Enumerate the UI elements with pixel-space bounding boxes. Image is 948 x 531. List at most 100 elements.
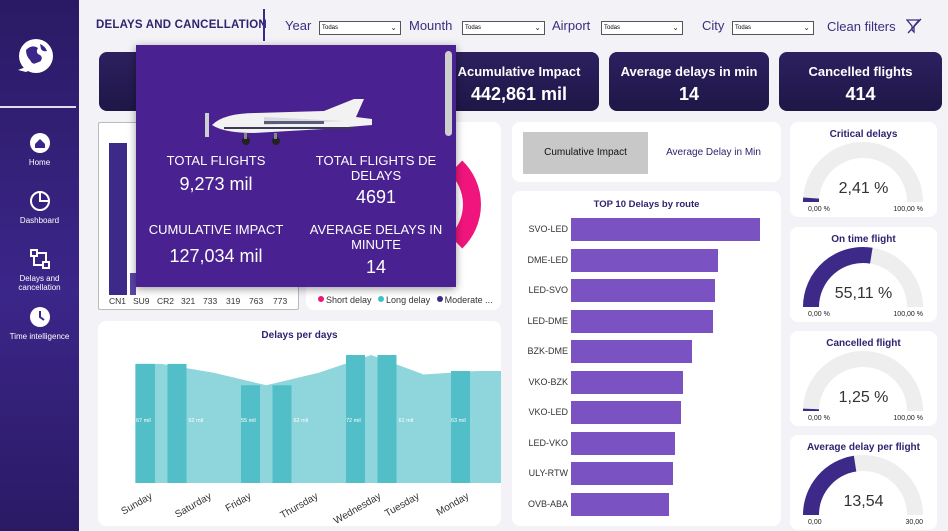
kpi-card-average-delays: Average delays in min 14	[609, 52, 769, 111]
route-bar[interactable]	[571, 279, 715, 302]
sidebar-item-dashboard[interactable]: Dashboard	[0, 190, 79, 225]
tab-cumulative-impact[interactable]: Cumulative Impact	[523, 132, 648, 174]
cumulative-impact-label: CUMULATIVE IMPACT	[148, 222, 284, 237]
gauge-max: 100,00 %	[893, 311, 923, 318]
year-select[interactable]: Todas ⌄	[319, 21, 401, 35]
sidebar-item-home[interactable]: Home	[0, 132, 79, 167]
chart-title: TOP 10 Delays by route	[593, 199, 700, 210]
airport-select[interactable]: Todas ⌄	[601, 21, 683, 35]
kpi-label: Acumulative Impact	[457, 64, 581, 79]
route-label: ULY-RTW	[528, 468, 568, 478]
airport-select-value: Todas	[604, 25, 621, 31]
summary-tooltip: TOTAL FLIGHTS 9,273 mil TOTAL FLIGHTS DE…	[136, 45, 456, 287]
legend-dot	[378, 296, 385, 302]
route-bar[interactable]	[571, 431, 675, 455]
average-delays-label: AVERAGE DELAYS IN MINUTE	[309, 222, 443, 252]
tooltip-scrollbar[interactable]	[445, 51, 452, 136]
kpi-card-cancelled-flights: Cancelled flights 414	[779, 52, 942, 111]
average-delays-value: 14	[365, 257, 387, 277]
kpi-card-cumulative-impact: Acumulative Impact 442,861 mil	[439, 52, 599, 111]
route-label: LED-SVO	[528, 285, 568, 295]
x-tick-label: 773	[273, 296, 288, 306]
legend-label: Moderate ...	[444, 295, 493, 305]
day-data-label: 62 mil	[188, 418, 204, 424]
total-flights-value: 9,273 mil	[179, 174, 253, 194]
gauge-min: 0,00	[808, 519, 822, 526]
dashboard-icon	[29, 191, 50, 211]
gauge-min: 0,00 %	[808, 415, 830, 422]
chevron-down-icon: ⌄	[672, 23, 679, 32]
metric-tabs: Cumulative Impact Average Delay in Min	[512, 122, 781, 182]
day-bar[interactable]	[241, 385, 260, 483]
route-bar[interactable]	[571, 492, 670, 516]
day-data-label: 61 mil	[398, 418, 414, 424]
kpi-label: Cancelled flights	[808, 64, 913, 79]
route-label: DME-LED	[527, 254, 568, 265]
top-routes-card: TOP 10 Delays by route SVO-LED DME-LED LED…	[512, 191, 781, 526]
x-tick-label: CN1	[109, 296, 127, 306]
day-bar[interactable]	[272, 385, 292, 483]
route-bar[interactable]	[571, 218, 760, 241]
kpi-label: Average delays in min	[620, 64, 758, 79]
gauge-arc	[803, 247, 923, 308]
gauge-value: 13,54	[843, 493, 884, 510]
gauge-max: 30,00	[905, 519, 923, 526]
gauge-value: 2,41 %	[838, 180, 889, 197]
total-delays-label: TOTAL FLIGHTS DE DELAYS	[315, 153, 437, 183]
route-label: VKO-BZK	[528, 376, 568, 387]
chevron-down-icon: ⌄	[534, 23, 541, 32]
kpi-value: 414	[845, 84, 876, 104]
day-data-label: 63 mil	[451, 418, 466, 424]
gauge-arc	[803, 351, 923, 412]
day-bar[interactable]	[377, 355, 397, 483]
city-select[interactable]: Todas ⌄	[732, 21, 814, 35]
route-label: LED-VKO	[528, 437, 568, 448]
sidebar-item-time-intelligence[interactable]: Time intelligence	[0, 306, 79, 341]
gauge-value: 1,25 %	[838, 389, 889, 406]
route-bar[interactable]	[571, 309, 713, 333]
total-delays-value: 4691	[355, 187, 397, 207]
chevron-down-icon: ⌄	[803, 23, 810, 32]
clean-filters-button[interactable]: Clean filters	[827, 19, 896, 34]
month-select-value: Todas	[465, 25, 482, 31]
day-data-label: 72 mil	[346, 418, 361, 424]
clock-icon	[29, 307, 50, 327]
route-bar[interactable]	[571, 248, 719, 272]
gauge-max: 100,00 %	[893, 415, 923, 422]
tab-average-delay[interactable]: Average Delay in Min	[656, 132, 771, 174]
header: DELAYS AND CANCELLATION Year Todas ⌄ Moun…	[79, 0, 948, 50]
gauge-average-delay-per-flight: Average delay per flight 13,54 0,00 30,0…	[790, 435, 937, 530]
year-select-value: Todas	[322, 25, 339, 31]
page-title: DELAYS AND CANCELLATION	[96, 19, 267, 31]
day-data-label: 62 mil	[293, 418, 309, 424]
city-filter-label: City	[702, 18, 725, 33]
route-label: OVB-ABA	[527, 498, 568, 509]
route-bar[interactable]	[571, 401, 681, 424]
gauge-critical-delays: Critical delays 2,41 % 0,00 % 100,00 %	[790, 122, 937, 217]
month-filter-label: Mounth	[409, 18, 453, 33]
route-bar[interactable]	[571, 462, 674, 485]
airplane-icon	[205, 99, 372, 145]
flow-icon	[29, 249, 50, 269]
legend-dot	[318, 296, 324, 302]
sidebar: Home Dashboard Delays and cancellation T…	[0, 0, 79, 531]
day-bar[interactable]	[167, 363, 187, 483]
gauge-min: 0,00 %	[808, 206, 830, 213]
day-data-label: 55 mil	[241, 418, 256, 424]
sidebar-item-delays[interactable]: Delays and cancellation	[0, 248, 79, 292]
route-bar[interactable]	[571, 370, 683, 394]
aircraft-bar[interactable]	[109, 143, 127, 295]
year-filter-label: Year	[285, 18, 312, 33]
route-label: BZK-DME	[527, 346, 569, 356]
kpi-value: 14	[678, 84, 700, 104]
route-bar[interactable]	[571, 340, 692, 363]
day-bar[interactable]	[451, 371, 470, 483]
route-label: SVO-LED	[528, 224, 568, 234]
donut-legend: Short delay Long delay Moderate ...	[318, 295, 493, 305]
month-select[interactable]: Todas ⌄	[462, 21, 545, 35]
gauge-cancelled-flight: Cancelled flight 1,25 % 0,00 % 100,00 %	[790, 331, 937, 426]
legend-label: Long delay	[386, 295, 431, 305]
sidebar-item-label: Time intelligence	[9, 332, 70, 341]
x-tick-label: CR2	[157, 296, 175, 306]
clear-filter-icon[interactable]	[906, 18, 922, 34]
